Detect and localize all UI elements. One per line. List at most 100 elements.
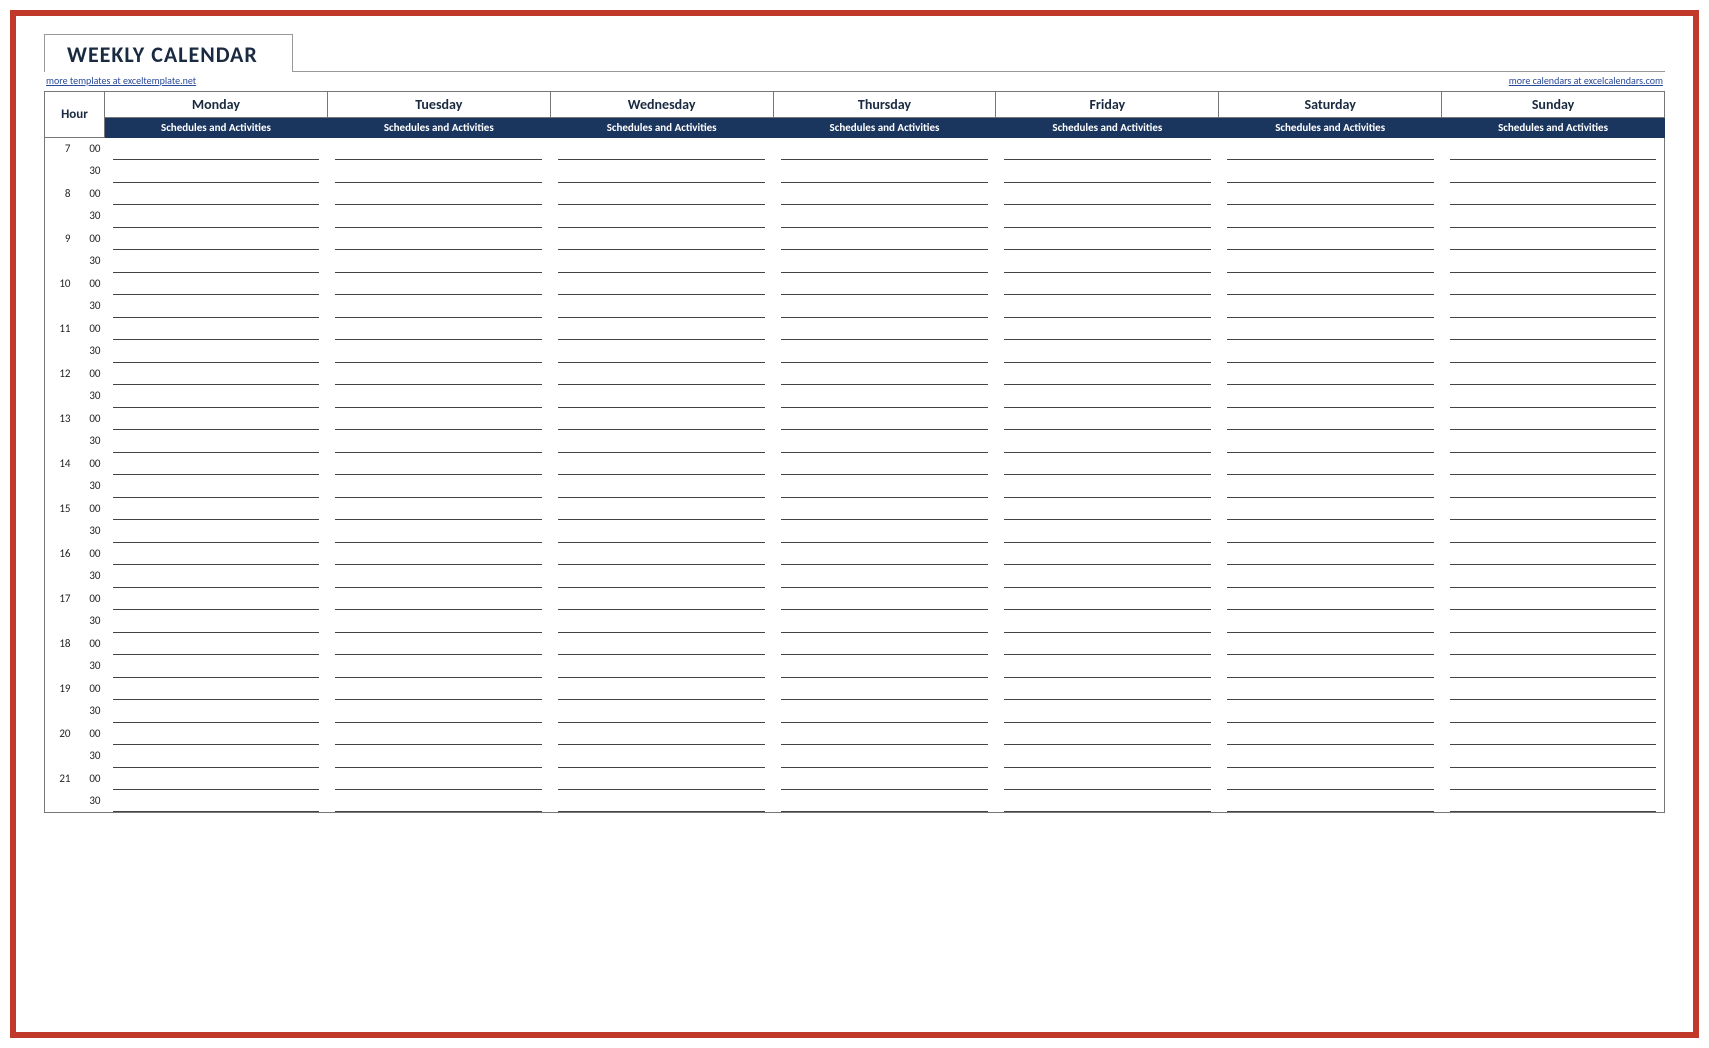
schedule-cell[interactable] — [327, 318, 550, 341]
schedule-cell[interactable] — [996, 745, 1219, 768]
schedule-cell[interactable] — [996, 678, 1219, 701]
schedule-cell[interactable] — [1219, 318, 1442, 341]
schedule-cell[interactable] — [1442, 340, 1665, 363]
schedule-cell[interactable] — [996, 610, 1219, 633]
schedule-cell[interactable] — [327, 475, 550, 498]
schedule-cell[interactable] — [327, 790, 550, 813]
schedule-cell[interactable] — [1442, 745, 1665, 768]
schedule-cell[interactable] — [327, 678, 550, 701]
schedule-cell[interactable] — [773, 543, 996, 566]
schedule-cell[interactable] — [105, 385, 328, 408]
schedule-cell[interactable] — [105, 565, 328, 588]
schedule-cell[interactable] — [1219, 138, 1442, 161]
schedule-cell[interactable] — [550, 588, 773, 611]
schedule-cell[interactable] — [327, 408, 550, 431]
schedule-cell[interactable] — [1219, 183, 1442, 206]
schedule-cell[interactable] — [773, 700, 996, 723]
schedule-cell[interactable] — [1442, 498, 1665, 521]
schedule-cell[interactable] — [1442, 295, 1665, 318]
schedule-cell[interactable] — [327, 453, 550, 476]
schedule-cell[interactable] — [1442, 475, 1665, 498]
schedule-cell[interactable] — [996, 160, 1219, 183]
schedule-cell[interactable] — [1219, 655, 1442, 678]
schedule-cell[interactable] — [996, 588, 1219, 611]
schedule-cell[interactable] — [327, 745, 550, 768]
schedule-cell[interactable] — [105, 633, 328, 656]
schedule-cell[interactable] — [327, 498, 550, 521]
schedule-cell[interactable] — [773, 318, 996, 341]
schedule-cell[interactable] — [1219, 520, 1442, 543]
schedule-cell[interactable] — [327, 588, 550, 611]
schedule-cell[interactable] — [1442, 363, 1665, 386]
schedule-cell[interactable] — [996, 318, 1219, 341]
schedule-cell[interactable] — [1442, 160, 1665, 183]
schedule-cell[interactable] — [327, 183, 550, 206]
schedule-cell[interactable] — [550, 385, 773, 408]
schedule-cell[interactable] — [1219, 273, 1442, 296]
schedule-cell[interactable] — [773, 745, 996, 768]
schedule-cell[interactable] — [550, 790, 773, 813]
schedule-cell[interactable] — [773, 678, 996, 701]
schedule-cell[interactable] — [327, 138, 550, 161]
schedule-cell[interactable] — [1219, 498, 1442, 521]
schedule-cell[interactable] — [105, 723, 328, 746]
schedule-cell[interactable] — [1219, 700, 1442, 723]
schedule-cell[interactable] — [105, 340, 328, 363]
schedule-cell[interactable] — [105, 295, 328, 318]
schedule-cell[interactable] — [996, 273, 1219, 296]
schedule-cell[interactable] — [773, 588, 996, 611]
schedule-cell[interactable] — [550, 723, 773, 746]
schedule-cell[interactable] — [1442, 610, 1665, 633]
schedule-cell[interactable] — [1442, 768, 1665, 791]
schedule-cell[interactable] — [1219, 363, 1442, 386]
schedule-cell[interactable] — [1219, 610, 1442, 633]
schedule-cell[interactable] — [550, 543, 773, 566]
schedule-cell[interactable] — [996, 520, 1219, 543]
schedule-cell[interactable] — [327, 700, 550, 723]
schedule-cell[interactable] — [327, 295, 550, 318]
schedule-cell[interactable] — [1442, 250, 1665, 273]
schedule-cell[interactable] — [996, 295, 1219, 318]
schedule-cell[interactable] — [1219, 475, 1442, 498]
schedule-cell[interactable] — [1219, 385, 1442, 408]
schedule-cell[interactable] — [1442, 318, 1665, 341]
schedule-cell[interactable] — [327, 228, 550, 251]
schedule-cell[interactable] — [1442, 228, 1665, 251]
schedule-cell[interactable] — [773, 565, 996, 588]
schedule-cell[interactable] — [105, 655, 328, 678]
schedule-cell[interactable] — [1442, 408, 1665, 431]
schedule-cell[interactable] — [550, 678, 773, 701]
schedule-cell[interactable] — [550, 453, 773, 476]
schedule-cell[interactable] — [996, 250, 1219, 273]
schedule-cell[interactable] — [550, 498, 773, 521]
schedule-cell[interactable] — [773, 385, 996, 408]
schedule-cell[interactable] — [1219, 543, 1442, 566]
schedule-cell[interactable] — [1442, 138, 1665, 161]
schedule-cell[interactable] — [1442, 385, 1665, 408]
schedule-cell[interactable] — [1219, 790, 1442, 813]
schedule-cell[interactable] — [105, 520, 328, 543]
schedule-cell[interactable] — [1219, 565, 1442, 588]
schedule-cell[interactable] — [773, 768, 996, 791]
schedule-cell[interactable] — [550, 295, 773, 318]
schedule-cell[interactable] — [773, 520, 996, 543]
schedule-cell[interactable] — [327, 633, 550, 656]
schedule-cell[interactable] — [105, 453, 328, 476]
schedule-cell[interactable] — [773, 723, 996, 746]
schedule-cell[interactable] — [773, 273, 996, 296]
schedule-cell[interactable] — [773, 340, 996, 363]
schedule-cell[interactable] — [773, 205, 996, 228]
schedule-cell[interactable] — [773, 250, 996, 273]
schedule-cell[interactable] — [996, 430, 1219, 453]
schedule-cell[interactable] — [327, 768, 550, 791]
schedule-cell[interactable] — [327, 565, 550, 588]
schedule-cell[interactable] — [1442, 543, 1665, 566]
schedule-cell[interactable] — [550, 475, 773, 498]
schedule-cell[interactable] — [327, 340, 550, 363]
schedule-cell[interactable] — [773, 498, 996, 521]
schedule-cell[interactable] — [996, 340, 1219, 363]
schedule-cell[interactable] — [327, 520, 550, 543]
schedule-cell[interactable] — [773, 363, 996, 386]
schedule-cell[interactable] — [773, 453, 996, 476]
schedule-cell[interactable] — [550, 340, 773, 363]
